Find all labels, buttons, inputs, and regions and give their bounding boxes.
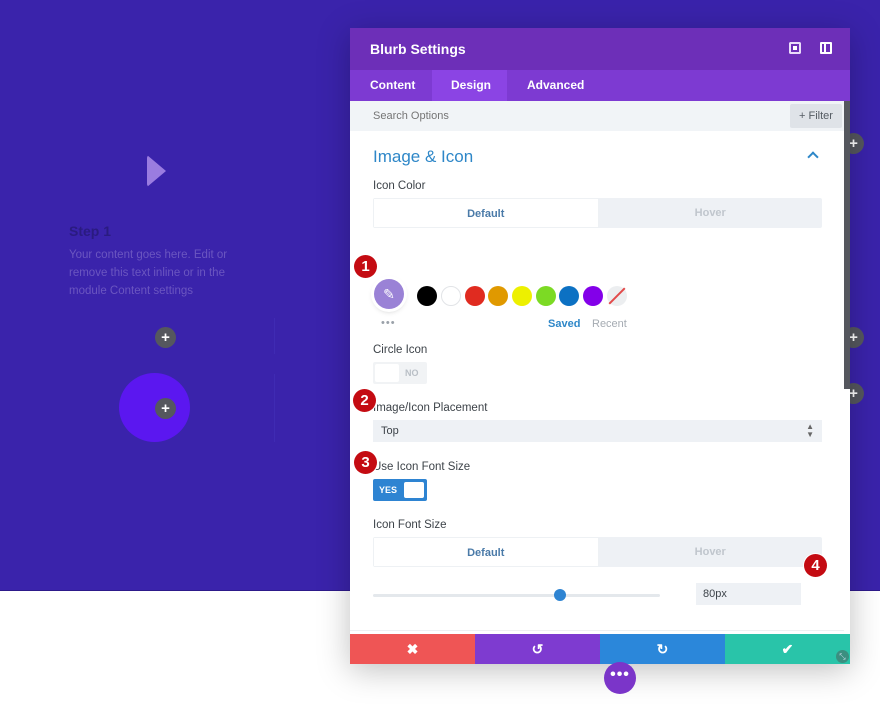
color-swatch-white[interactable] <box>441 286 461 306</box>
modal-footer: ✖ ↺ ↻ ✔ <box>350 634 850 664</box>
modal-header[interactable]: Blurb Settings <box>350 28 850 70</box>
toggle-state-label: YES <box>379 485 398 495</box>
add-module-button[interactable]: + <box>155 327 176 348</box>
blurb-body: Your content goes here. Edit or remove t… <box>69 249 228 297</box>
color-swatch-red[interactable] <box>465 286 485 306</box>
color-swatch-yellow[interactable] <box>512 286 532 306</box>
select-arrows-icon: ▲ ▼ <box>806 422 814 439</box>
icon-font-size-state-toggle: Default Hover <box>373 537 822 567</box>
use-icon-font-size-toggle[interactable]: YES <box>373 479 427 501</box>
color-swatch-orange[interactable] <box>488 286 508 306</box>
toggle-knob <box>404 482 424 498</box>
icon-color-state-toggle: Default Hover <box>373 198 822 228</box>
font-size-input[interactable] <box>696 583 801 605</box>
state-hover-tab[interactable]: Hover <box>598 198 822 228</box>
tab-design[interactable]: Design <box>432 70 507 101</box>
circle-icon-toggle[interactable]: NO <box>373 362 427 384</box>
icon-color-label: Icon Color <box>373 180 426 192</box>
section-title-image-icon[interactable]: Image & Icon <box>373 147 473 167</box>
state-default-tab[interactable]: Default <box>373 537 599 567</box>
color-swatch-purple[interactable] <box>583 286 603 306</box>
add-module-button[interactable]: + <box>155 398 176 419</box>
placement-label: Image/Icon Placement <box>373 402 488 414</box>
resize-handle-icon[interactable]: ⤡ <box>836 650 849 663</box>
filter-button[interactable]: + Filter <box>790 104 842 128</box>
expand-icon[interactable] <box>789 42 801 54</box>
save-button[interactable]: ✔ <box>725 634 850 664</box>
blurb-title: Step 1 <box>69 223 112 239</box>
page: Step 1 Your content goes here. Edit or r… <box>0 0 880 708</box>
toggle-knob <box>375 364 399 382</box>
annotation-badge-2: 2 <box>353 389 376 412</box>
column-divider <box>274 374 275 442</box>
color-swatch-green[interactable] <box>536 286 556 306</box>
undo-button[interactable]: ↺ <box>475 634 600 664</box>
tab-bar: Content Design Advanced <box>350 70 850 101</box>
font-size-slider[interactable] <box>373 594 660 597</box>
play-icon <box>147 155 166 187</box>
saved-colors-tab[interactable]: Saved <box>548 318 580 330</box>
sidebar-toggle-icon[interactable] <box>820 42 832 54</box>
placement-select[interactable]: Top ▲ ▼ <box>373 420 822 442</box>
tab-advanced[interactable]: Advanced <box>507 70 604 101</box>
search-bar: + Filter <box>350 101 844 131</box>
scrollbar[interactable] <box>844 101 850 389</box>
use-icon-font-size-label: Use Icon Font Size <box>373 461 471 473</box>
color-swatch-blue[interactable] <box>559 286 579 306</box>
annotation-badge-3: 3 <box>354 451 377 474</box>
search-input[interactable] <box>373 110 753 122</box>
eyedropper-icon[interactable]: ✎ <box>374 279 404 309</box>
annotation-badge-4: 4 <box>804 554 827 577</box>
slider-handle[interactable] <box>553 589 566 601</box>
redo-button[interactable]: ↻ <box>600 634 725 664</box>
recent-colors-tab[interactable]: Recent <box>592 318 627 330</box>
blurb-settings-modal: Blurb Settings Content Design Advanced +… <box>350 28 850 664</box>
no-color-swatch-icon[interactable] <box>607 286 627 306</box>
chevron-up-icon[interactable] <box>807 151 819 163</box>
tab-content[interactable]: Content <box>350 70 432 101</box>
placement-value: Top <box>381 425 399 437</box>
icon-font-size-label: Icon Font Size <box>373 519 447 531</box>
section-divider <box>350 630 844 631</box>
color-swatch-black[interactable] <box>417 286 437 306</box>
cancel-button[interactable]: ✖ <box>350 634 475 664</box>
circle-icon-label: Circle Icon <box>373 344 428 356</box>
annotation-badge-1: 1 <box>354 255 377 278</box>
more-options-button[interactable]: ••• <box>604 662 636 694</box>
state-hover-tab[interactable]: Hover <box>598 537 822 567</box>
modal-title: Blurb Settings <box>370 41 466 57</box>
toggle-state-label: NO <box>405 368 419 378</box>
state-default-tab[interactable]: Default <box>373 198 599 228</box>
more-options-icon[interactable]: ••• <box>381 317 396 329</box>
column-divider <box>274 318 275 354</box>
